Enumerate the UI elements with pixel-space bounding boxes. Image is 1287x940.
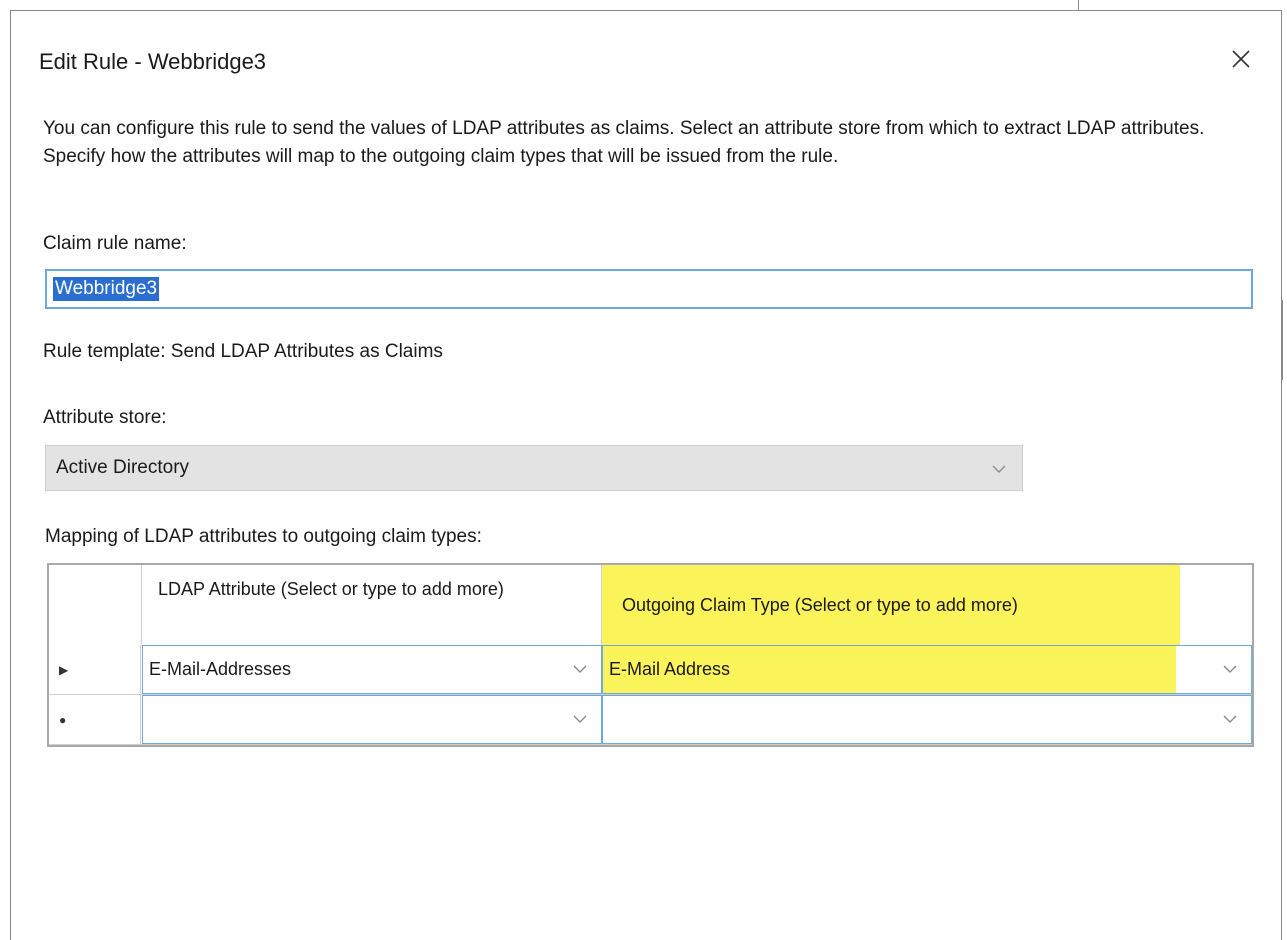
column-header-outgoing-claim-type[interactable]: Outgoing Claim Type (Select or type to a… <box>602 565 1180 645</box>
mapping-label: Mapping of LDAP attributes to outgoing c… <box>45 526 482 547</box>
ldap-attribute-cell[interactable] <box>142 695 602 744</box>
close-button[interactable] <box>1219 37 1263 81</box>
chevron-down-icon[interactable] <box>1223 664 1237 674</box>
grid-header: LDAP Attribute (Select or type to add mo… <box>49 565 1252 646</box>
outgoing-claim-type-value: E-Mail Address <box>609 659 731 679</box>
row-new-indicator: ● <box>49 695 141 744</box>
attribute-store-label: Attribute store: <box>43 407 167 428</box>
column-header-ldap-attribute[interactable]: LDAP Attribute (Select or type to add mo… <box>142 565 602 645</box>
table-row[interactable]: ● <box>49 695 1252 745</box>
attribute-store-value: Active Directory <box>56 457 190 478</box>
rule-template-text: Rule template: Send LDAP Attributes as C… <box>43 341 443 362</box>
chevron-down-icon[interactable] <box>573 664 587 674</box>
outgoing-claim-type-cell[interactable] <box>602 695 1252 744</box>
outgoing-claim-type-cell[interactable]: E-Mail Address <box>602 645 1252 694</box>
rule-description: You can configure this rule to send the … <box>43 118 1205 167</box>
attribute-store-select[interactable]: Active Directory <box>45 445 1023 491</box>
claim-rule-name-label: Claim rule name: <box>43 233 187 254</box>
chevron-down-icon[interactable] <box>573 714 587 724</box>
table-row[interactable]: ▶ E-Mail-Addresses E-Mail Address <box>49 645 1252 695</box>
edit-rule-dialog: Edit Rule - Webbridge3 You can configure… <box>10 10 1282 940</box>
chevron-down-icon[interactable] <box>1223 714 1237 724</box>
grid-header-corner <box>49 565 142 645</box>
claim-rule-name-input[interactable]: Webbridge3 <box>45 269 1253 309</box>
claim-rule-name-value: Webbridge3 <box>53 277 160 301</box>
mapping-grid: LDAP Attribute (Select or type to add mo… <box>47 563 1254 747</box>
row-current-indicator: ▶ <box>49 645 141 694</box>
dialog-title: Edit Rule - Webbridge3 <box>39 49 267 74</box>
chevron-down-icon <box>992 464 1006 474</box>
ldap-attribute-cell[interactable]: E-Mail-Addresses <box>142 645 602 694</box>
ldap-attribute-value: E-Mail-Addresses <box>149 659 292 679</box>
close-icon <box>1232 50 1250 68</box>
